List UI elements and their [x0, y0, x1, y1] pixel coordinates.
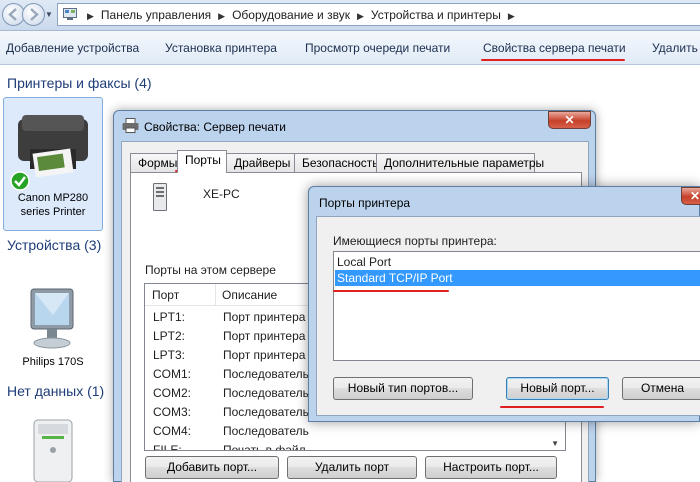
breadcrumb-hardware-sound[interactable]: Оборудование и звук: [232, 8, 350, 22]
unknown-device[interactable]: [20, 410, 86, 482]
tab-forms[interactable]: Формы: [130, 153, 178, 172]
chevron-right-icon[interactable]: ▶: [357, 11, 364, 21]
breadcrumb-devices-printers[interactable]: Устройства и принтеры: [371, 8, 501, 22]
port-name: COM2:: [153, 386, 192, 400]
remove-device-button[interactable]: Удалить у: [652, 41, 700, 55]
port-name: COM4:: [153, 424, 192, 438]
tab-security[interactable]: Безопасность: [294, 153, 379, 172]
table-row[interactable]: FILE: Печать в файл: [145, 441, 565, 451]
monitor-philips-170s[interactable]: Philips 170S: [5, 285, 101, 375]
available-ports-list[interactable]: Local Port Standard TCP/IP Port: [333, 251, 700, 361]
address-field[interactable]: ▶ Панель управления ▶ Оборудование и звук ▶ У…: [57, 3, 700, 26]
tab-ports[interactable]: Порты: [177, 150, 227, 173]
printer-ports-dialog: Порты принтера ✕ Имеющиеся порты принтер…: [308, 186, 700, 422]
monitor-icon: [30, 288, 74, 349]
close-button[interactable]: ✕: [681, 187, 700, 205]
ports-list-label: Порты на этом сервере: [145, 263, 276, 277]
chevron-right-icon[interactable]: ▶: [218, 11, 225, 21]
port-description: Последователь: [223, 386, 309, 400]
group-no-data[interactable]: Нет данных (1): [7, 383, 104, 399]
printer-name-line1: Canon MP280: [17, 192, 89, 204]
breadcrumb-control-panel[interactable]: Панель управления: [101, 8, 211, 22]
chevron-right-icon[interactable]: ▶: [87, 11, 94, 21]
highlight-underline: [500, 406, 604, 408]
print-queue-button[interactable]: Просмотр очереди печати: [305, 41, 450, 55]
printer-icon: [10, 115, 88, 191]
chevron-right-icon[interactable]: ▶: [508, 11, 515, 21]
port-description: Последователь: [223, 424, 309, 438]
control-panel-icon: [63, 8, 77, 20]
column-header-description[interactable]: Описание: [222, 288, 277, 302]
printer-canon-mp280[interactable]: Canon MP280 series Printer: [3, 97, 103, 231]
close-button[interactable]: ✕: [548, 111, 591, 129]
table-row[interactable]: COM4: Последователь: [145, 422, 565, 441]
port-description: Порт принтера: [223, 329, 306, 343]
arrow-right-icon: [30, 8, 39, 21]
group-devices[interactable]: Устройства (3): [7, 237, 101, 253]
port-name: LPT3:: [153, 348, 186, 362]
cancel-button[interactable]: Отмена: [622, 377, 700, 400]
forward-button[interactable]: [22, 3, 45, 26]
column-header-port[interactable]: Порт: [152, 288, 179, 302]
port-name: COM1:: [153, 367, 192, 381]
add-printer-button[interactable]: Установка принтера: [165, 41, 277, 55]
list-item-selected[interactable]: Standard TCP/IP Port: [335, 270, 700, 286]
computer-icon: [153, 183, 167, 211]
scroll-down-icon[interactable]: ▼: [551, 439, 559, 448]
port-name: COM3:: [153, 405, 192, 419]
address-bar: ▼ ▶ Панель управления ▶ Оборудование и звук…: [0, 0, 700, 31]
dialog-title: Порты принтера: [319, 196, 411, 210]
port-description: Последователь: [223, 367, 309, 381]
port-description: Последователь: [223, 405, 309, 419]
port-name: LPT1:: [153, 310, 186, 324]
highlight-underline: [481, 59, 625, 61]
column-divider[interactable]: [215, 284, 216, 306]
server-tower-icon: [33, 419, 73, 482]
port-name: LPT2:: [153, 329, 186, 343]
port-description: Порт принтера: [223, 310, 306, 324]
add-port-button[interactable]: Добавить порт...: [145, 456, 279, 479]
group-printers-faxes[interactable]: Принтеры и факсы (4): [7, 75, 152, 91]
tab-advanced[interactable]: Дополнительные параметры: [376, 153, 544, 172]
tab-drivers[interactable]: Драйверы: [226, 153, 295, 172]
monitor-name: Philips 170S: [22, 356, 84, 368]
printer-small-icon: [122, 118, 139, 133]
print-server-properties-button[interactable]: Свойства сервера печати: [483, 41, 626, 55]
port-name: FILE:: [153, 443, 182, 451]
delete-port-button[interactable]: Удалить порт: [287, 456, 417, 479]
add-device-button[interactable]: Добавление устройства: [6, 41, 139, 55]
port-description: Печать в файл: [223, 443, 306, 451]
server-name: XE-PC: [203, 187, 240, 201]
printer-name-line2: series Printer: [20, 206, 86, 218]
available-ports-label: Имеющиеся порты принтера:: [333, 234, 497, 248]
configure-port-button[interactable]: Настроить порт...: [425, 456, 557, 479]
dialog-body: Имеющиеся порты принтера: Local Port Sta…: [316, 216, 700, 416]
list-item[interactable]: Local Port: [335, 254, 700, 270]
new-port-type-button[interactable]: Новый тип портов...: [333, 377, 473, 400]
highlight-underline: [333, 290, 449, 292]
dialog-title: Свойства: Сервер печати: [144, 120, 286, 134]
new-port-button[interactable]: Новый порт...: [506, 377, 609, 400]
history-dropdown-icon[interactable]: ▼: [45, 10, 53, 19]
arrow-left-icon: [8, 8, 17, 21]
port-description: Порт принтера: [223, 348, 306, 362]
